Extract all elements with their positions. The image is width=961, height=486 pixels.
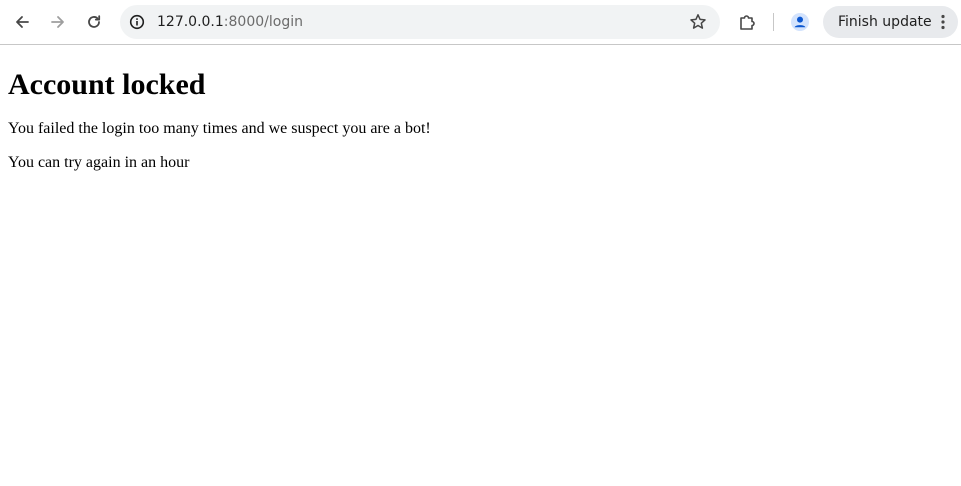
browser-toolbar: 127.0.0.1:8000/login Finish update <box>0 0 961 45</box>
star-icon <box>690 14 706 29</box>
address-bar[interactable]: 127.0.0.1:8000/login <box>120 5 720 39</box>
profile-button[interactable] <box>786 8 814 36</box>
forward-button[interactable] <box>44 8 72 36</box>
reload-button[interactable] <box>80 8 108 36</box>
extensions-button[interactable] <box>733 8 761 36</box>
lockout-message: You failed the login too many times and … <box>8 120 431 137</box>
arrow-left-icon <box>16 16 29 28</box>
url-host: 127.0.0.1 <box>157 14 224 30</box>
url-text[interactable]: 127.0.0.1:8000/login <box>157 13 303 31</box>
back-button[interactable] <box>8 8 36 36</box>
puzzle-icon <box>740 15 755 30</box>
arrow-right-icon <box>51 16 64 28</box>
info-icon <box>129 14 145 30</box>
kebab-menu-icon <box>940 14 946 30</box>
retry-message: You can try again in an hour <box>8 154 190 171</box>
toolbar-separator <box>773 13 774 31</box>
reload-icon <box>88 15 101 28</box>
page-content: Account locked You failed the login too … <box>8 45 953 172</box>
bookmark-button[interactable] <box>688 12 708 32</box>
page-title: Account locked <box>8 68 206 101</box>
person-icon <box>791 13 809 31</box>
finish-update-button[interactable]: Finish update <box>823 6 958 38</box>
finish-update-label: Finish update <box>838 14 932 30</box>
url-path: :8000/login <box>223 14 303 30</box>
site-info-button[interactable] <box>128 13 146 31</box>
